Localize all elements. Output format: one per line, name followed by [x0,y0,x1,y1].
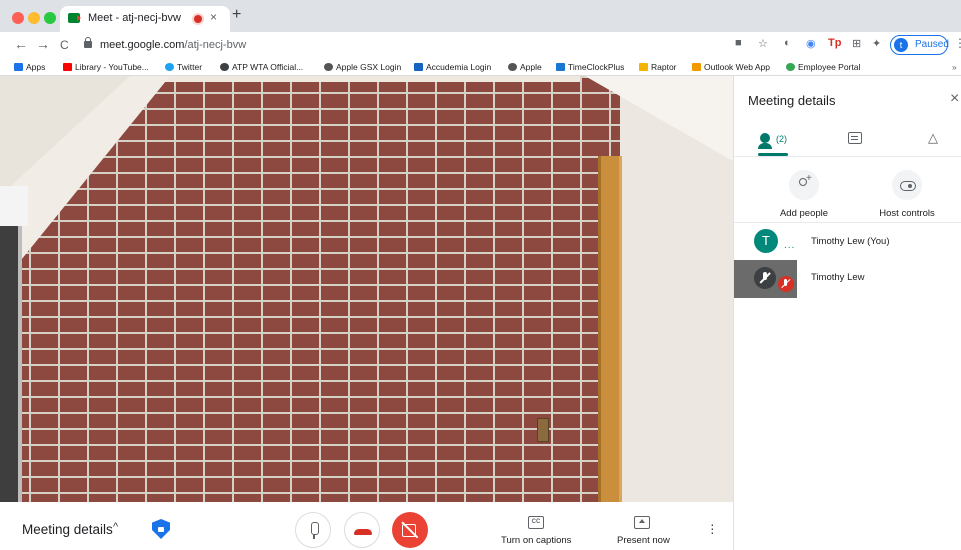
participant-row[interactable]: T ... Timothy Lew (You) [734,224,961,262]
bookmark-apps[interactable]: Apps [14,62,45,72]
speaking-indicator: ... [784,240,796,251]
meet-favicon-icon [68,13,81,23]
tab-close-icon[interactable]: × [210,10,217,24]
panel-close-icon[interactable]: × [950,90,959,108]
recording-indicator-icon [194,15,202,23]
back-button[interactable]: ← [14,36,28,52]
timeclock-icon [556,63,565,71]
activities-icon[interactable]: △ [928,130,938,156]
bookmark-twitter[interactable]: Twitter [165,62,202,72]
extension-grid-icon[interactable]: ⊞ [852,37,861,50]
bookmark-apple-gsx[interactable]: Apple GSX Login [324,62,401,72]
participant-row[interactable]: Timothy Lew [734,260,961,298]
bookmarks-bar: Apps Library - YouTube... Twitter ATP WT… [0,58,961,76]
bookmark-youtube[interactable]: Library - YouTube... [63,62,149,72]
apple-icon [324,63,333,71]
bookmark-accudemia[interactable]: Accudemia Login [414,62,491,72]
people-icon [758,133,772,149]
portal-icon [786,63,795,71]
leave-call-button[interactable] [344,512,380,548]
extensions-puzzle-icon[interactable]: ✦ [872,37,881,50]
microphone-button[interactable] [295,512,331,548]
mic-off-icon [754,267,776,289]
tab-title: Meet - atj-necj-bvw [88,12,181,24]
youtube-icon [63,63,72,71]
bookmark-atp-wta[interactable]: ATP WTA Official... [220,62,303,72]
bookmark-star-icon[interactable]: ☆ [758,37,768,50]
browser-menu-icon[interactable]: ⋮ [954,36,961,50]
muted-badge-icon [778,276,794,292]
avatar: T [754,229,778,253]
bookmark-raptor[interactable]: Raptor [639,62,677,72]
twitter-icon [165,63,174,71]
raptor-icon [639,63,648,71]
people-count: (2) [776,134,787,144]
meeting-details-panel: Meeting details × (2) △ Add people Host … [733,76,961,550]
add-person-icon [789,170,819,200]
bookmark-outlook[interactable]: Outlook Web App [692,62,770,72]
chat-icon[interactable] [848,132,862,144]
url-field[interactable]: meet.google.com/atj-necj-bvw [80,35,720,55]
outlook-icon [692,63,701,71]
apple-icon [508,63,517,71]
present-now-button[interactable]: Present now [617,535,670,546]
add-people-button[interactable]: Add people [764,170,844,219]
camera-off-button[interactable] [392,512,428,548]
window-zoom-button[interactable] [44,12,56,24]
browser-tab-meet[interactable]: Meet - atj-necj-bvw × [60,6,230,32]
participant-name: Timothy Lew (You) [811,236,890,247]
lock-icon [84,37,92,48]
forward-button[interactable]: → [36,36,50,52]
more-options-icon[interactable]: · · · [710,517,715,539]
profile-status: Paused [915,39,949,50]
window-minimize-button[interactable] [28,12,40,24]
captions-icon[interactable]: CC [528,516,544,529]
extension-1-icon[interactable]: ◐ [784,37,791,49]
url-host: meet.google.com [100,39,185,51]
bookmark-timeclockplus[interactable]: TimeClockPlus [556,62,624,72]
bookmarks-overflow-icon[interactable]: » [952,62,957,72]
browser-tab-bar: Meet - atj-necj-bvw × + [0,0,961,32]
add-people-label: Add people [779,208,829,219]
extension-tp-icon[interactable]: Tp [828,37,841,49]
globe-icon [220,63,229,71]
extension-2-icon[interactable]: ◉ [806,37,816,50]
new-tab-button[interactable]: + [232,6,241,24]
profile-paused-button[interactable]: t Paused [890,35,949,55]
captions-button[interactable]: Turn on captions [501,535,571,546]
profile-avatar: t [894,38,908,52]
participant-name: Timothy Lew [811,272,865,283]
security-shield-icon[interactable] [152,519,170,539]
window-close-button[interactable] [12,12,24,24]
reload-button[interactable]: C [60,38,69,52]
wooden-beam [598,156,622,502]
url-path: /atj-necj-bvw [184,39,247,51]
host-controls-label: Host controls [879,208,935,219]
address-bar-row: ← → C meet.google.com/atj-necj-bvw ■ ☆ ◐… [0,32,961,58]
window-frame [0,226,22,502]
bookmark-employee-portal[interactable]: Employee Portal [786,62,860,72]
toggle-icon [892,170,922,200]
present-icon[interactable] [634,516,650,529]
apps-grid-icon [14,63,23,71]
video-feed[interactable] [0,76,733,502]
meeting-details-button[interactable]: Meeting details [22,522,113,537]
panel-title: Meeting details [748,93,836,108]
chevron-up-icon[interactable]: ^ [113,521,118,533]
host-controls-button[interactable]: Host controls [867,170,947,219]
wall-outlet [537,418,549,442]
camera-indicator-icon[interactable]: ■ [735,37,742,49]
bookmark-apple[interactable]: Apple [508,62,542,72]
accudemia-icon [414,63,423,71]
meeting-controls-bar: Meeting details ^ CC Turn on captions Pr… [0,502,733,550]
